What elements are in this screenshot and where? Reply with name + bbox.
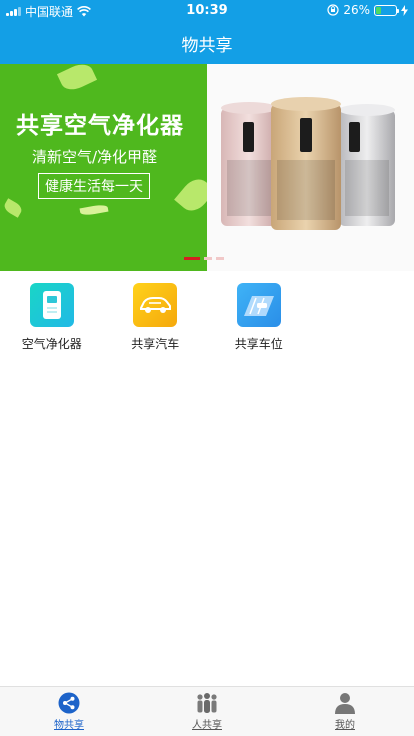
tab-label: 我的 — [335, 720, 355, 731]
battery-icon — [374, 4, 399, 16]
service-label: 共享汽车 — [131, 337, 180, 351]
carousel-dot[interactable] — [204, 257, 212, 260]
tab-label: 人共享 — [192, 720, 222, 731]
carousel-dot[interactable] — [184, 257, 200, 260]
charging-bolt-icon — [401, 4, 408, 16]
service-grid: 空气净化器 共享汽车 共享车位 — [0, 283, 414, 352]
service-car[interactable]: 共享汽车 — [104, 283, 208, 352]
person-icon — [335, 693, 355, 714]
tab-share-people[interactable]: 人共享 — [138, 687, 276, 736]
service-label: 空气净化器 — [21, 337, 82, 351]
share-icon — [58, 692, 80, 714]
leaf-decoration — [56, 64, 98, 95]
app-header: 中国联通 10:39 26% 物共享 — [0, 0, 414, 64]
leaf-decoration — [2, 198, 24, 218]
leaf-decoration — [79, 203, 109, 217]
rotation-lock-icon — [327, 4, 339, 16]
car-icon — [133, 283, 178, 327]
title-bar: 物共享 — [0, 22, 414, 64]
banner-subline: 清新空气/净化甲醛 — [32, 148, 158, 166]
status-bar: 中国联通 10:39 26% — [0, 0, 414, 22]
air-purifier-icon — [29, 283, 74, 327]
tab-bar: 物共享 人共享 我的 — [0, 686, 414, 736]
tab-profile[interactable]: 我的 — [276, 687, 414, 736]
battery-fill — [376, 6, 381, 14]
status-right: 26% — [327, 3, 408, 17]
carousel-indicator[interactable] — [184, 257, 224, 260]
banner-headline: 共享空气净化器 — [16, 113, 184, 139]
parking-space-icon — [236, 283, 281, 327]
service-label: 共享车位 — [234, 337, 283, 351]
people-icon — [197, 693, 217, 713]
product-image — [207, 64, 414, 271]
tab-share-items[interactable]: 物共享 — [0, 687, 138, 736]
air-purifier-illustration — [221, 97, 395, 230]
service-air-purifier[interactable]: 空气净化器 — [0, 283, 104, 352]
page-title: 物共享 — [181, 35, 233, 56]
banner-carousel[interactable]: 共享空气净化器 清新空气/净化甲醛 健康生活每一天 — [0, 64, 414, 271]
banner-slogan: 健康生活每一天 — [38, 173, 150, 199]
tab-label: 物共享 — [54, 720, 84, 731]
carousel-dot[interactable] — [216, 257, 224, 260]
banner-promo-panel: 共享空气净化器 清新空气/净化甲醛 健康生活每一天 — [0, 64, 216, 271]
battery-percent: 26% — [343, 3, 370, 17]
service-parking[interactable]: 共享车位 — [207, 283, 311, 352]
